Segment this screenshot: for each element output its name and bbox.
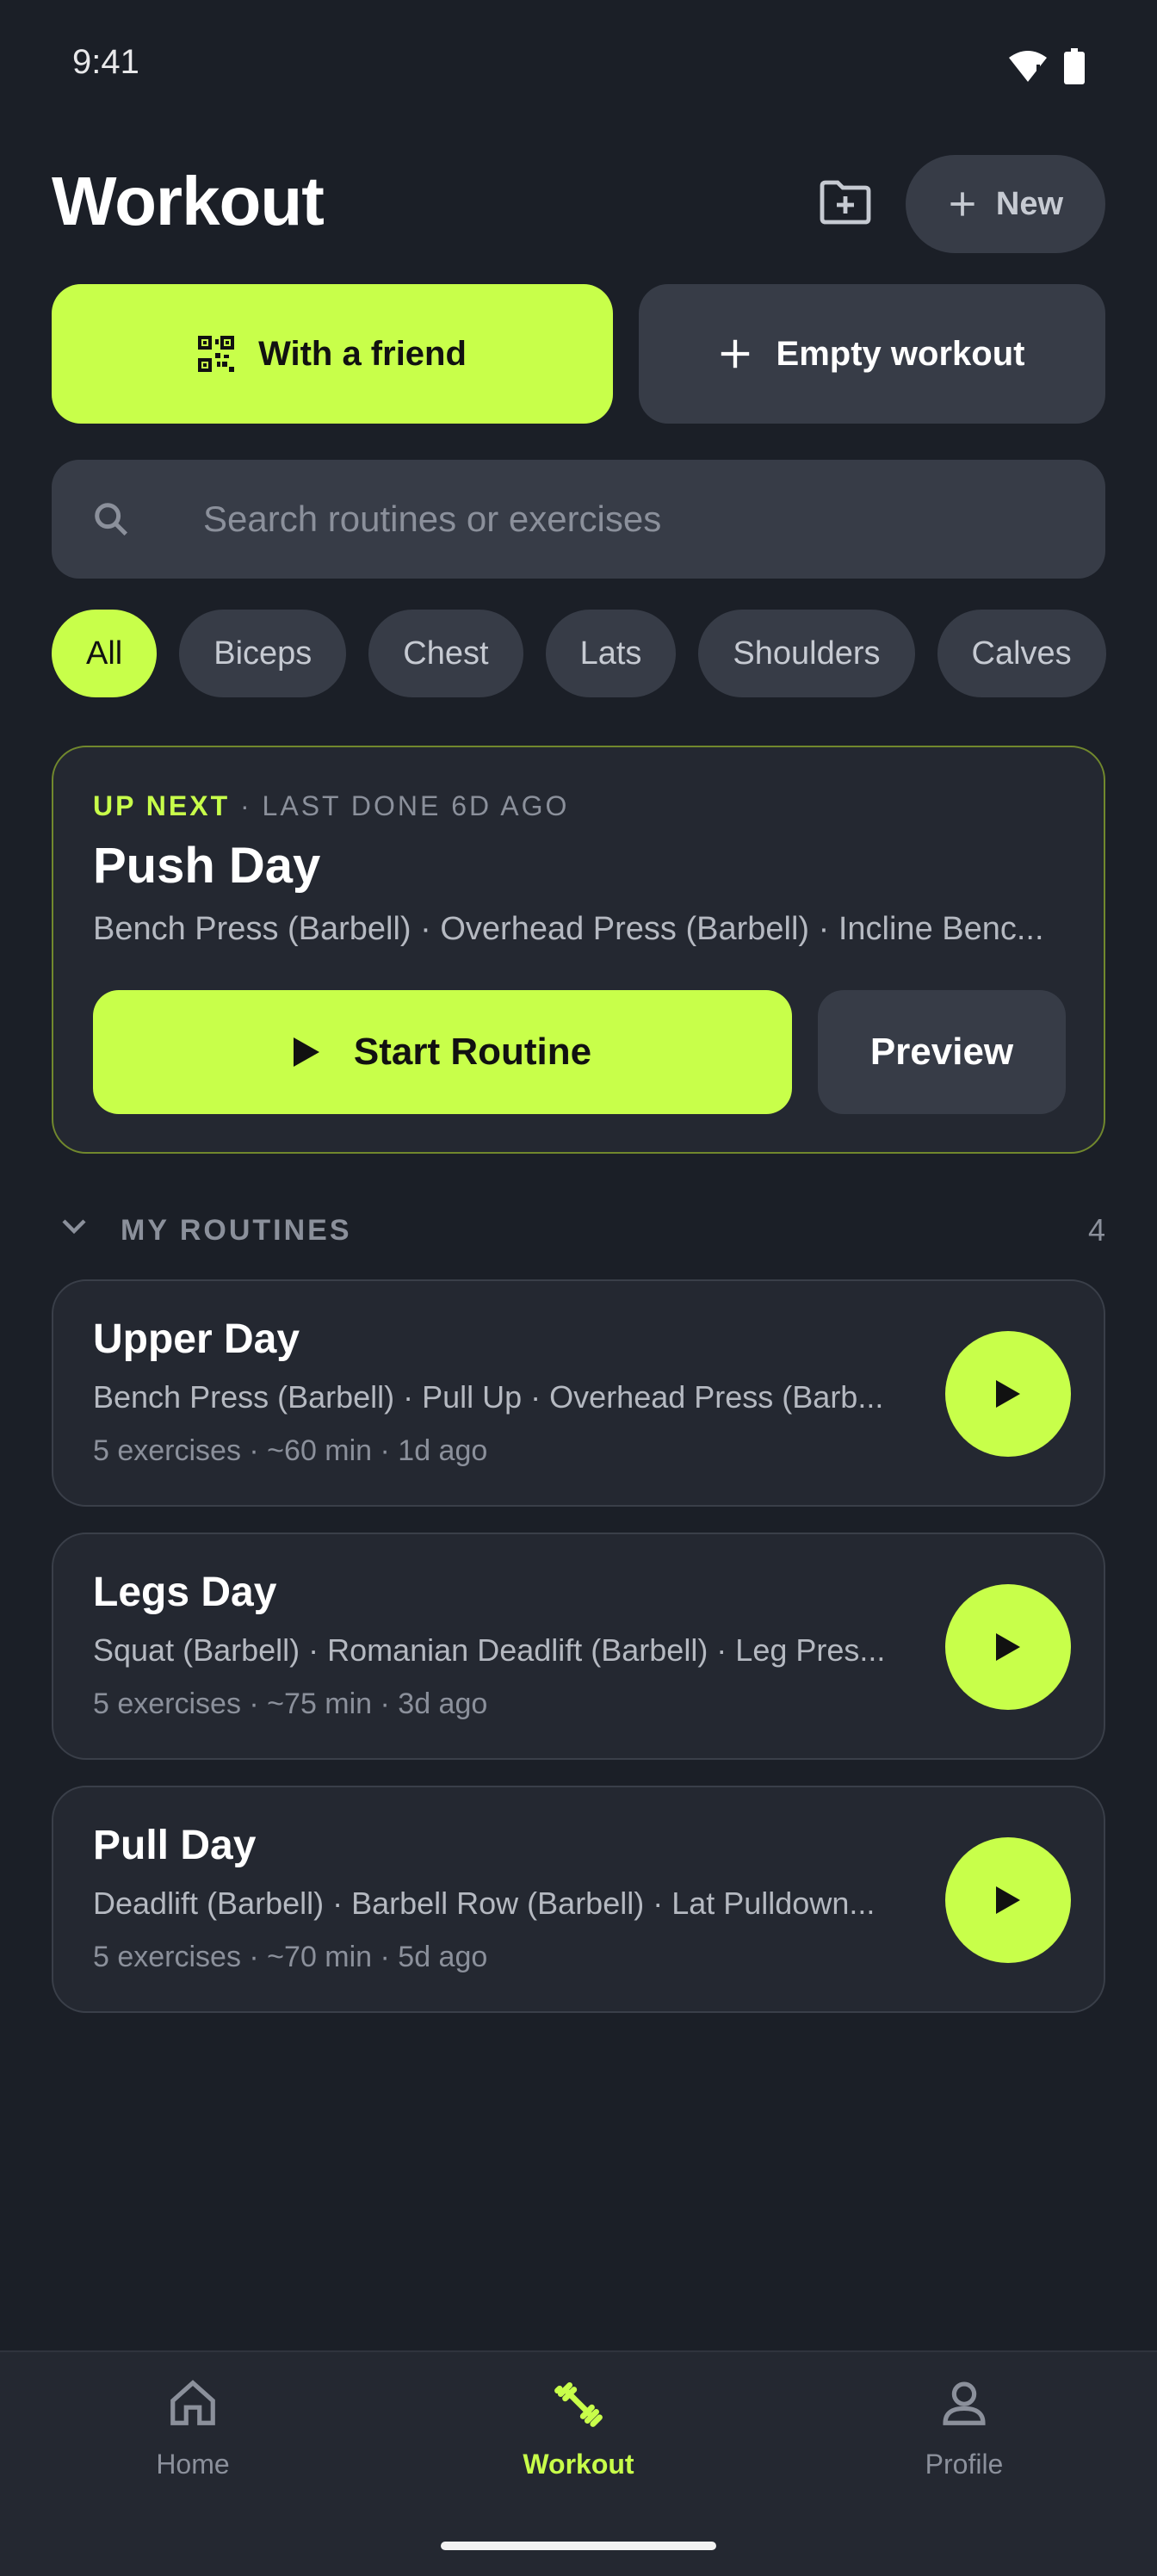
chip-chest[interactable]: Chest [368, 610, 523, 697]
new-folder-button[interactable] [813, 172, 878, 232]
search-input[interactable]: Search routines or exercises [52, 460, 1105, 579]
filter-chips: All Biceps Chest Lats Shoulders Calves [52, 610, 1106, 697]
up-next-title: Push Day [93, 838, 321, 894]
routine-title: Pull Day [93, 1823, 257, 1868]
person-icon [943, 2381, 986, 2425]
collapse-toggle[interactable] [60, 1217, 88, 1241]
section-title[interactable]: MY ROUTINES [121, 1214, 352, 1248]
meta-separator: · [230, 790, 263, 821]
routine-count: 4 [1087, 1212, 1105, 1248]
start-routine-button[interactable]: Start Routine [93, 990, 792, 1114]
play-icon [996, 1886, 1020, 1914]
routine-card-pull[interactable]: Pull Day Deadlift (Barbell) · Barbell Ro… [52, 1786, 1105, 2013]
dumbbell-icon [554, 2381, 603, 2427]
chevron-down-icon [62, 1219, 86, 1235]
empty-workout-label: Empty workout [776, 334, 1025, 373]
wifi-icon [1009, 51, 1047, 82]
chip-all[interactable]: All [52, 610, 158, 697]
play-icon [996, 1633, 1020, 1661]
routine-card-legs[interactable]: Legs Day Squat (Barbell) · Romanian Dead… [52, 1533, 1105, 1760]
plus-icon [950, 192, 974, 216]
nav-home-label: Home [156, 2449, 230, 2480]
routine-exercises: Squat (Barbell) · Romanian Deadlift (Bar… [93, 1632, 886, 1668]
search-icon [91, 499, 139, 539]
play-routine-button[interactable] [945, 1331, 1071, 1457]
home-icon [170, 2380, 215, 2425]
last-done-label: LAST DONE 6D AGO [262, 790, 570, 821]
up-next-meta: UP NEXT · LAST DONE 6D AGO [93, 790, 569, 822]
battery-icon [1064, 48, 1085, 84]
page-title: Workout [52, 163, 325, 239]
search-placeholder: Search routines or exercises [203, 498, 662, 539]
plus-icon [721, 339, 749, 368]
chip-calves[interactable]: Calves [937, 610, 1106, 697]
routine-exercises: Bench Press (Barbell) · Pull Up · Overhe… [93, 1379, 884, 1415]
nav-profile[interactable]: Profile [835, 2376, 1093, 2480]
routine-meta: 5 exercises · ~75 min · 3d ago [93, 1687, 488, 1720]
status-icons [1007, 48, 1085, 84]
preview-button[interactable]: Preview [818, 990, 1066, 1114]
play-routine-button[interactable] [945, 1837, 1071, 1963]
start-routine-label: Start Routine [353, 1031, 592, 1073]
chip-shoulders[interactable]: Shoulders [698, 610, 915, 697]
nav-workout[interactable]: Workout [449, 2376, 708, 2480]
nav-workout-label: Workout [523, 2449, 634, 2480]
routine-meta: 5 exercises · ~60 min · 1d ago [93, 1434, 488, 1467]
qr-code-icon [198, 336, 235, 372]
home-indicator[interactable] [441, 2542, 716, 2550]
empty-workout-button[interactable]: Empty workout [639, 284, 1105, 424]
play-icon [293, 1037, 319, 1067]
new-routine-button[interactable]: New [906, 155, 1105, 253]
with-friend-label: With a friend [258, 334, 467, 373]
chip-lats[interactable]: Lats [545, 610, 677, 697]
routine-card-upper[interactable]: Upper Day Bench Press (Barbell) · Pull U… [52, 1279, 1105, 1507]
up-next-card: UP NEXT · LAST DONE 6D AGO Push Day Benc… [52, 746, 1105, 1154]
up-next-tag: UP NEXT [93, 790, 231, 821]
routine-meta: 5 exercises · ~70 min · 5d ago [93, 1941, 488, 1973]
routine-title: Legs Day [93, 1570, 277, 1615]
play-icon [996, 1380, 1020, 1408]
status-time: 9:41 [72, 43, 139, 81]
nav-home[interactable]: Home [64, 2376, 322, 2480]
routine-title: Upper Day [93, 1316, 300, 1362]
with-friend-button[interactable]: With a friend [52, 284, 613, 424]
routine-exercises: Deadlift (Barbell) · Barbell Row (Barbel… [93, 1886, 875, 1921]
folder-add-icon [820, 180, 871, 225]
up-next-exercises: Bench Press (Barbell) · Overhead Press (… [93, 911, 1044, 947]
nav-profile-label: Profile [925, 2449, 1004, 2480]
play-routine-button[interactable] [945, 1584, 1071, 1710]
chip-biceps[interactable]: Biceps [179, 610, 347, 697]
new-button-label: New [995, 185, 1064, 222]
